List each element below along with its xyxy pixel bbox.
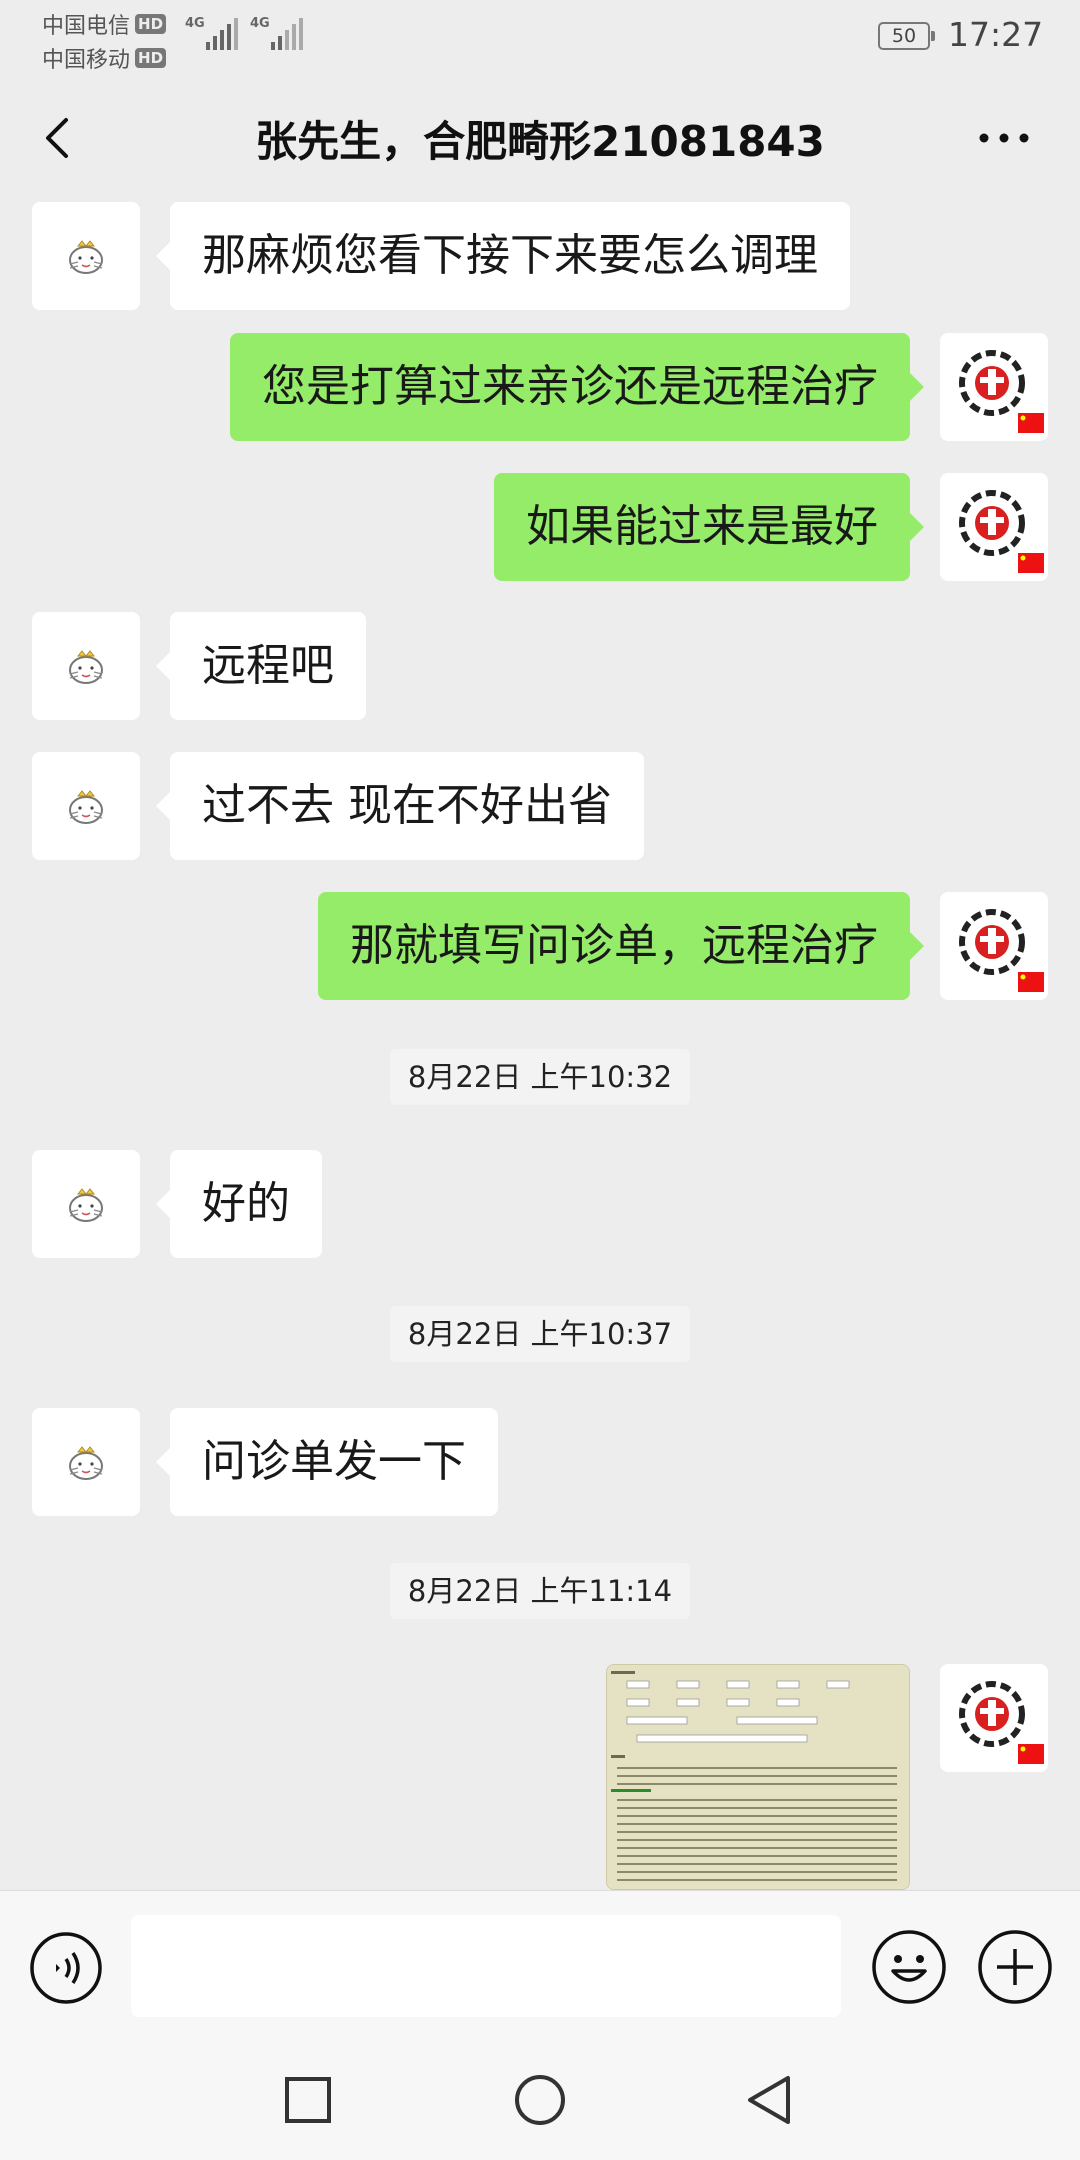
status-bar: 中国电信 HD 中国移动 HD 4G 4G 50 17:27 <box>0 0 1080 78</box>
system-navigation-bar <box>0 2040 1080 2160</box>
message-bubble[interactable]: 远程吧 <box>156 612 366 720</box>
contact-avatar[interactable] <box>32 752 140 860</box>
message-bubble[interactable]: 如果能过来是最好 <box>494 473 924 581</box>
input-bar <box>0 1890 1080 2041</box>
message-bubble[interactable]: 问诊单发一下 <box>156 1408 498 1516</box>
signal-icon-2 <box>271 16 303 50</box>
timestamp: 8月22日 上午10:37 <box>390 1306 690 1362</box>
message-bubble[interactable]: 那麻烦您看下接下来要怎么调理 <box>156 202 850 310</box>
contact-avatar-icon <box>69 790 103 824</box>
timestamp: 8月22日 上午11:14 <box>390 1563 690 1619</box>
carrier-2-name: 中国移动 <box>42 48 131 73</box>
bagua-logo-icon <box>959 909 1044 992</box>
contact-avatar-icon <box>69 1446 103 1480</box>
self-avatar[interactable] <box>940 333 1048 441</box>
contact-avatar-icon <box>69 650 103 684</box>
voice-icon <box>30 1932 102 2004</box>
more-button[interactable] <box>974 124 1034 152</box>
message-bubble[interactable]: 您是打算过来亲诊还是远程治疗 <box>230 333 924 441</box>
bagua-logo-icon <box>959 490 1044 573</box>
back-icon[interactable] <box>740 2070 800 2130</box>
network-type-1: 4G <box>185 16 205 31</box>
message-bubble[interactable]: 那就填写问诊单，远程治疗 <box>318 892 924 1000</box>
chat-header: 张先生，合肥畸形21081843 <box>0 98 1080 178</box>
emoji-icon <box>872 1930 946 2004</box>
message-bubble[interactable]: 过不去 现在不好出省 <box>156 752 644 860</box>
bagua-logo-icon <box>959 1681 1044 1764</box>
status-time: 17:27 <box>948 15 1044 54</box>
image-message[interactable] <box>606 1664 910 1890</box>
back-button[interactable] <box>36 114 84 162</box>
self-avatar[interactable] <box>940 473 1048 581</box>
chat-title: 张先生，合肥畸形21081843 <box>255 117 825 166</box>
contact-avatar[interactable] <box>32 1150 140 1258</box>
carrier-1: 中国电信 HD <box>42 8 167 40</box>
self-avatar[interactable] <box>940 892 1048 1000</box>
contact-avatar[interactable] <box>32 1408 140 1516</box>
signal-icon-1 <box>206 16 238 50</box>
timestamp: 8月22日 上午10:32 <box>390 1049 690 1105</box>
chevron-left-icon <box>46 118 68 158</box>
contact-avatar-icon <box>69 1188 103 1222</box>
emoji-button[interactable] <box>871 1929 947 2005</box>
form-image-thumbnail <box>607 1665 909 1889</box>
hd-badge-1: HD <box>135 14 167 34</box>
voice-button[interactable] <box>29 1931 103 2005</box>
more-functions-button[interactable] <box>977 1929 1053 2005</box>
self-avatar[interactable] <box>940 1664 1048 1772</box>
more-dots-icon <box>979 133 1029 143</box>
bagua-logo-icon <box>959 350 1044 433</box>
carrier-1-name: 中国电信 <box>42 14 131 39</box>
hd-badge-2: HD <box>135 48 167 68</box>
plus-icon <box>978 1930 1052 2004</box>
recent-apps-icon[interactable] <box>278 2070 338 2130</box>
home-icon[interactable] <box>510 2070 570 2130</box>
message-input[interactable] <box>131 1915 841 2017</box>
contact-avatar[interactable] <box>32 202 140 310</box>
contact-avatar[interactable] <box>32 612 140 720</box>
battery-icon: 50 <box>878 22 935 50</box>
network-type-2: 4G <box>250 16 270 31</box>
message-bubble[interactable]: 好的 <box>156 1150 322 1258</box>
contact-avatar-icon <box>69 240 103 274</box>
carrier-2: 中国移动 HD <box>42 42 167 74</box>
